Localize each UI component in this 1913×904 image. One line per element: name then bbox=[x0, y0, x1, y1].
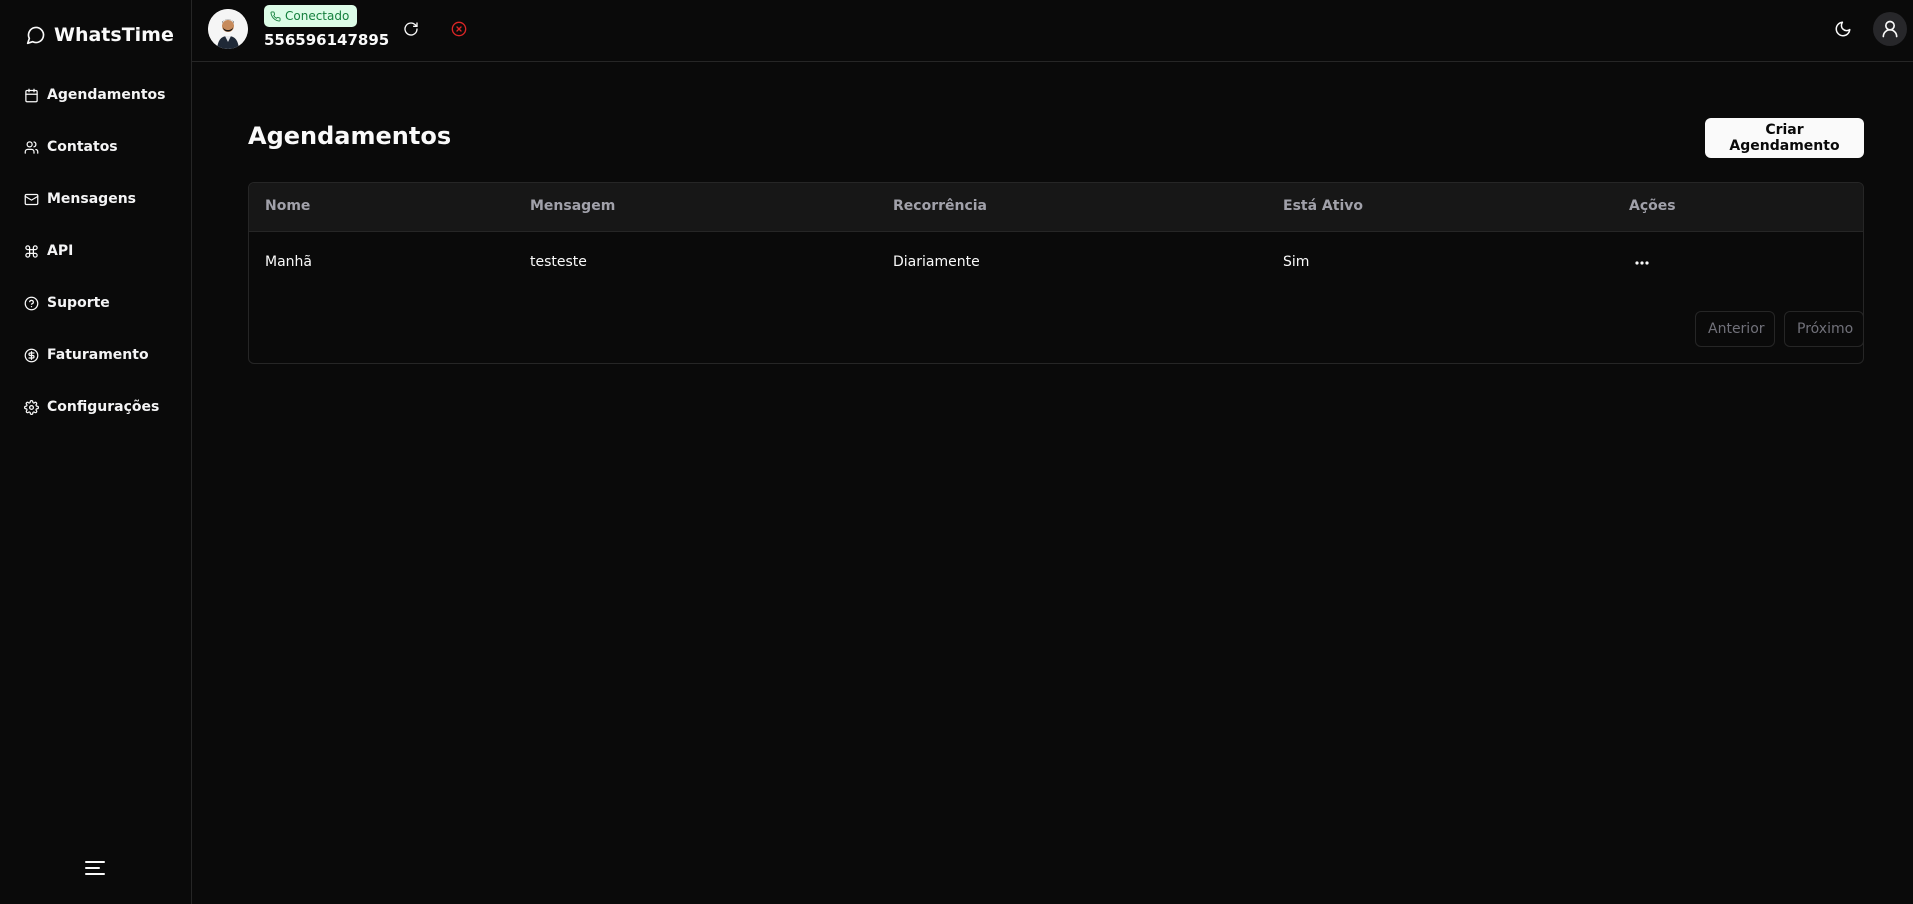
menu-icon bbox=[85, 861, 105, 875]
top-bar: Conectado 556596147895 bbox=[192, 0, 1913, 62]
page-title: Agendamentos bbox=[248, 122, 452, 150]
row-actions-button[interactable] bbox=[1629, 249, 1655, 277]
column-header-acoes: Ações bbox=[1629, 198, 1676, 214]
pagination-previous-button[interactable]: Anterior bbox=[1695, 311, 1775, 347]
sidebar-item-agendamentos[interactable]: Agendamentos bbox=[0, 69, 191, 121]
sidebar-item-label: Faturamento bbox=[47, 347, 149, 363]
sidebar-item-label: API bbox=[47, 243, 74, 259]
create-schedule-button[interactable]: Criar Agendamento bbox=[1705, 118, 1864, 158]
user-menu-button[interactable] bbox=[1873, 12, 1907, 46]
sidebar-item-configuracoes[interactable]: Configurações bbox=[0, 381, 191, 433]
sidebar-item-contatos[interactable]: Contatos bbox=[0, 121, 191, 173]
main-content: Agendamentos Criar Agendamento Nome Mens… bbox=[192, 62, 1913, 904]
brand-logo[interactable]: WhatsTime bbox=[26, 20, 174, 50]
sidebar-item-api[interactable]: API bbox=[0, 225, 191, 277]
more-horizontal-icon bbox=[1635, 261, 1649, 265]
column-header-ativo: Está Ativo bbox=[1283, 198, 1363, 214]
sidebar-item-label: Suporte bbox=[47, 295, 110, 311]
theme-toggle-button[interactable] bbox=[1831, 17, 1855, 41]
pagination-next-button[interactable]: Próximo bbox=[1784, 311, 1863, 347]
users-icon bbox=[24, 140, 39, 154]
sidebar-item-label: Agendamentos bbox=[47, 87, 166, 103]
sidebar-item-faturamento[interactable]: Faturamento bbox=[0, 329, 191, 381]
phone-icon bbox=[270, 10, 281, 22]
sidebar-item-label: Contatos bbox=[47, 139, 118, 155]
cell-mensagem: testeste bbox=[530, 254, 587, 270]
sidebar-item-label: Mensagens bbox=[47, 191, 136, 207]
calendar-icon bbox=[25, 88, 38, 102]
table-row: Manhã testeste Diariamente Sim bbox=[249, 232, 1863, 296]
cell-ativo: Sim bbox=[1283, 254, 1310, 270]
sidebar: WhatsTime Agendamentos Contatos Mensagen… bbox=[0, 0, 192, 904]
cell-nome: Manhã bbox=[265, 254, 312, 270]
gear-icon bbox=[24, 399, 39, 415]
column-header-nome: Nome bbox=[265, 198, 311, 214]
status-badge: Conectado bbox=[264, 5, 358, 27]
schedules-table: Nome Mensagem Recorrência Está Ativo Açõ… bbox=[248, 182, 1864, 364]
message-circle-icon bbox=[26, 26, 45, 45]
disconnect-button[interactable] bbox=[448, 18, 470, 40]
column-header-recorrencia: Recorrência bbox=[893, 198, 988, 214]
sidebar-nav: Agendamentos Contatos Mensagens API Supo… bbox=[0, 69, 191, 433]
app-name: WhatsTime bbox=[54, 24, 174, 46]
column-header-mensagem: Mensagem bbox=[530, 198, 616, 214]
mail-icon bbox=[24, 193, 39, 205]
status-text: Conectado bbox=[285, 9, 350, 23]
close-circle-icon bbox=[451, 21, 467, 37]
avatar bbox=[208, 9, 248, 49]
user-icon bbox=[1882, 20, 1898, 38]
moon-icon bbox=[1835, 21, 1851, 37]
cell-recorrencia: Diariamente bbox=[893, 254, 980, 270]
refresh-icon bbox=[404, 22, 418, 36]
table-header: Nome Mensagem Recorrência Está Ativo Açõ… bbox=[249, 183, 1863, 232]
sidebar-toggle-button[interactable] bbox=[84, 858, 106, 878]
phone-number: 556596147895 bbox=[264, 31, 390, 49]
sidebar-item-label: Configurações bbox=[47, 399, 160, 415]
sidebar-item-suporte[interactable]: Suporte bbox=[0, 277, 191, 329]
dollar-circle-icon bbox=[24, 348, 39, 362]
help-circle-icon bbox=[24, 296, 39, 310]
refresh-button[interactable] bbox=[400, 18, 422, 40]
command-icon bbox=[25, 244, 38, 258]
sidebar-item-mensagens[interactable]: Mensagens bbox=[0, 173, 191, 225]
